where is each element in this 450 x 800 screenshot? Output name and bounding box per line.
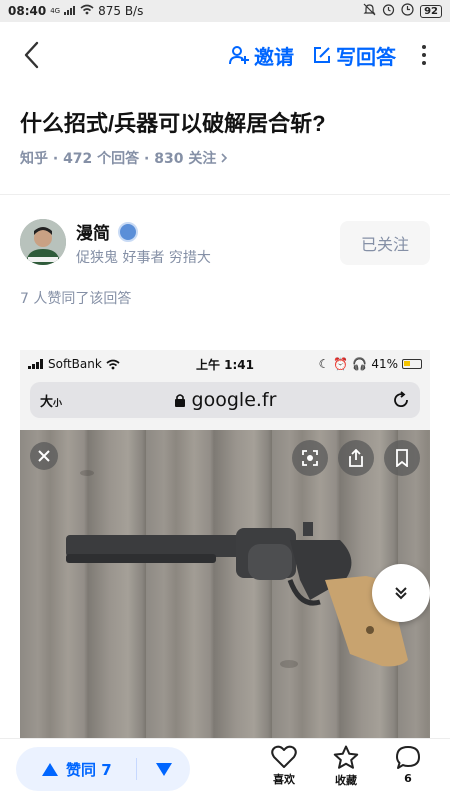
follow-button[interactable]: 已关注 (340, 221, 430, 265)
bookmark-button[interactable] (384, 440, 420, 476)
favorite-label: 收藏 (335, 774, 357, 787)
author-name-row[interactable]: 漫简 (76, 219, 138, 244)
write-answer-label: 写回答 (336, 44, 396, 69)
add-person-icon (229, 46, 249, 65)
network-speed: 875 B/s (98, 4, 144, 18)
share-button[interactable] (338, 440, 374, 476)
expand-button[interactable] (372, 564, 430, 622)
invite-button[interactable]: 邀请 (228, 41, 294, 70)
like-button[interactable]: 喜欢 (259, 745, 309, 787)
star-icon (333, 745, 359, 769)
lock-icon (174, 393, 185, 407)
embedded-battery-text: 41% (371, 357, 398, 371)
lens-search-button[interactable] (292, 440, 328, 476)
upvote-label: 赞同 7 (66, 760, 112, 779)
invite-label: 邀请 (254, 44, 294, 69)
clock-icon (401, 3, 414, 19)
favorite-button[interactable]: 收藏 (321, 745, 371, 788)
write-answer-button[interactable]: 写回答 (312, 41, 396, 70)
alarm-icon: ⏰ (333, 357, 349, 371)
triangle-up-icon (42, 762, 58, 776)
comment-button[interactable]: 6 (383, 745, 433, 785)
heart-icon (271, 745, 297, 768)
triangle-down-icon (155, 762, 172, 776)
question-meta[interactable]: 知乎 · 472 个回答 · 830 关注 (20, 148, 228, 168)
network-badge: 4G (50, 7, 61, 15)
wifi-icon (80, 4, 94, 18)
browser-address-bar: 大小 google.fr (30, 382, 420, 418)
chevron-right-icon (221, 153, 228, 163)
divider (0, 194, 450, 195)
edit-icon (314, 47, 330, 63)
bottom-action-bar: 赞同 7 喜欢 收藏 6 (0, 738, 450, 800)
back-button[interactable] (16, 35, 46, 75)
wifi-icon (106, 359, 120, 369)
question-meta-text: 知乎 · 472 个回答 · 830 关注 (20, 151, 217, 167)
top-navigation: 邀请 写回答 (0, 22, 450, 88)
close-button[interactable] (30, 442, 58, 470)
status-bar: 08:40 4G 875 B/s 92 (0, 0, 450, 22)
downvote-button[interactable] (137, 762, 190, 776)
signal-icon (28, 359, 43, 369)
answer-image[interactable]: SoftBank 上午 1:41 ☾ ⏰ 🎧 41% 大小 google.fr (20, 350, 430, 740)
double-chevron-down-icon (395, 587, 407, 600)
question-title[interactable]: 什么招式/兵器可以破解居合斩? (20, 106, 430, 138)
revolver-image (66, 522, 408, 667)
alarm-icon (382, 3, 395, 19)
embedded-carrier: SoftBank (48, 357, 102, 371)
more-dot-icon (422, 61, 426, 65)
author-bio: 促狭鬼 好事者 穷措大 (76, 250, 211, 266)
text-size-button: 大小 (40, 391, 62, 410)
url-display: google.fr (30, 389, 420, 411)
bookmark-icon (396, 449, 408, 467)
more-dot-icon (422, 53, 426, 57)
battery-icon (402, 359, 422, 369)
lens-icon (302, 450, 318, 466)
vote-box: 赞同 7 (16, 747, 190, 791)
back-arrow-icon (24, 41, 39, 69)
comment-icon (396, 746, 420, 769)
share-icon (349, 449, 363, 467)
more-dot-icon (422, 45, 426, 49)
upvote-button[interactable]: 赞同 7 (16, 759, 136, 780)
more-options-button[interactable] (414, 45, 434, 65)
text-size-label: 大 (40, 394, 54, 410)
text-size-label-small: 小 (53, 398, 63, 409)
vote-summary: 7 人赞同了该回答 (20, 291, 132, 307)
status-time: 08:40 (8, 4, 47, 18)
reload-icon (394, 391, 408, 408)
comment-count: 6 (404, 772, 412, 785)
battery-indicator: 92 (420, 4, 442, 18)
mute-bell-icon (363, 3, 376, 19)
moon-icon: ☾ (318, 357, 330, 371)
badge-icon (118, 221, 138, 242)
headphones-icon: 🎧 (352, 357, 368, 371)
close-icon (38, 450, 50, 462)
like-label: 喜欢 (273, 773, 295, 786)
revolver-photo (20, 430, 430, 740)
embedded-status-bar: SoftBank 上午 1:41 ☾ ⏰ 🎧 41% (20, 350, 430, 378)
url-text: google.fr (191, 389, 277, 411)
author-avatar[interactable] (20, 219, 66, 265)
signal-icon (64, 4, 76, 18)
author-name: 漫简 (76, 224, 110, 244)
